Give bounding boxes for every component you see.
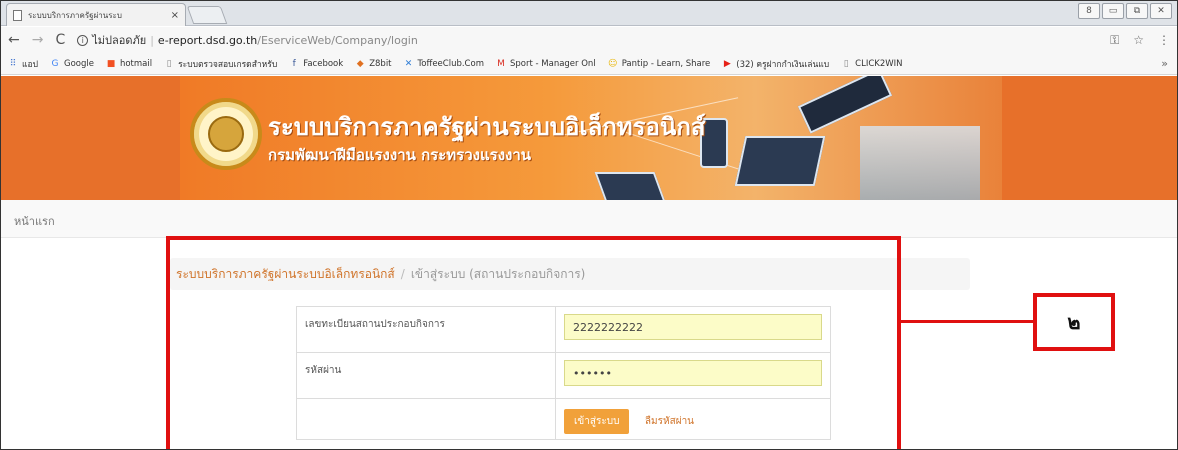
bookmark-label: hotmail	[119, 58, 153, 69]
insecure-label: ไม่ปลอดภัย	[92, 34, 147, 47]
bookmark-item[interactable]: ✕ ToffeeClub.Com	[404, 59, 484, 69]
bookmark-item[interactable]: M Sport - Manager Onl	[496, 59, 596, 69]
key-icon[interactable]: ⚿	[1110, 33, 1119, 48]
bookmark-label: (32) ครูฝากกำเงินเล่นแบ	[736, 59, 830, 70]
tablet-image	[734, 136, 826, 186]
hotmail-icon: ■	[106, 58, 116, 69]
minimize-button[interactable]: ▭	[1102, 3, 1124, 19]
google-icon: G	[51, 58, 59, 69]
annotation-label: ๒	[1033, 293, 1115, 351]
banner-subtitle: กรมพัฒนาฝีมือแรงงาน กระทรวงแรงงาน	[268, 146, 532, 164]
tab-strip: ระบบบริการภาครัฐผ่านระบ × 8 ▭ ⧉ ✕	[0, 0, 1178, 26]
menu-icon[interactable]: ⋮	[1158, 33, 1170, 48]
apps-icon: ⠿	[9, 58, 17, 69]
info-icon[interactable]: i	[77, 34, 89, 46]
annotation-highlight-box	[166, 236, 901, 450]
forward-button[interactable]: →	[32, 32, 44, 48]
browser-toolbar: ← → C i ไม่ปลอดภัย | e-report.dsd.go.th /…	[0, 27, 1178, 53]
bookmark-label: ระบบตรวจสอบเกรดสำหรับ	[178, 59, 278, 70]
back-button[interactable]: ←	[8, 32, 20, 48]
url-host: e-report.dsd.go.th	[157, 33, 258, 47]
gmail-icon: M	[497, 58, 505, 69]
profile-button[interactable]: 8	[1078, 3, 1100, 19]
toffee-icon: ✕	[404, 58, 413, 69]
bookmark-item[interactable]: ▶ (32) ครูฝากกำเงินเล่นแบ	[722, 57, 829, 71]
bookmark-item[interactable]: ◆ Z8bit	[355, 58, 392, 69]
tab-close-button[interactable]: ×	[171, 10, 179, 21]
bookmarks-more-button[interactable]: »	[1161, 57, 1168, 70]
bookmark-item[interactable]: ■ hotmail	[106, 59, 152, 69]
bookmark-item[interactable]: ⠿ แอป	[8, 57, 38, 71]
site-nav: หน้าแรก	[0, 200, 1178, 238]
site-banner: ระบบบริการภาครัฐผ่านระบบอิเล็กทรอนิกส์ ก…	[0, 76, 1178, 200]
workers-photo	[860, 126, 980, 200]
tab-title: ระบบบริการภาครัฐผ่านระบ	[28, 10, 122, 20]
bookmark-label: Z8bit	[369, 58, 392, 69]
close-window-button[interactable]: ✕	[1150, 3, 1172, 19]
page-icon: ▯	[843, 58, 849, 69]
bookmark-item[interactable]: ☺ Pantip - Learn, Share	[607, 58, 711, 69]
url-path: /EserviceWeb/Company/login	[257, 33, 418, 47]
browser-tab[interactable]: ระบบบริการภาครัฐผ่านระบ ×	[6, 3, 186, 26]
bookmark-item[interactable]: ▯ ระบบตรวจสอบเกรดสำหรับ	[164, 57, 278, 71]
reload-button[interactable]: C	[55, 32, 65, 48]
star-icon[interactable]: ☆	[1133, 33, 1144, 48]
youtube-icon: ▶	[723, 58, 731, 69]
bookmark-item[interactable]: f Facebook	[289, 58, 344, 69]
banner-title: ระบบบริการภาครัฐผ่านระบบอิเล็กทรอนิกส์	[268, 112, 706, 141]
bookmark-item[interactable]: G Google	[50, 58, 94, 69]
bookmark-label: Facebook	[303, 58, 344, 69]
bookmark-item[interactable]: ▯ CLICK2WIN	[841, 58, 903, 69]
page-icon	[13, 9, 22, 21]
ministry-seal-logo	[190, 98, 262, 170]
bookmark-label: Google	[63, 58, 94, 69]
bookmarks-bar: ⠿ แอป G Google ■ hotmail ▯ ระบบตรวจสอบเกรดสำหรั…	[0, 53, 1178, 75]
address-separator: |	[150, 33, 154, 47]
page-icon: ▯	[166, 58, 172, 69]
laptop-image	[594, 172, 666, 200]
bookmark-label: Sport - Manager Onl	[509, 58, 596, 69]
zbbit-icon: ◆	[356, 58, 364, 69]
facebook-icon: f	[292, 58, 296, 69]
new-tab-button[interactable]	[186, 6, 228, 24]
address-bar[interactable]: i ไม่ปลอดภัย | e-report.dsd.go.th/Eservi…	[77, 30, 1110, 50]
window-controls: 8 ▭ ⧉ ✕	[1078, 3, 1172, 19]
bookmark-label: CLICK2WIN	[855, 58, 903, 69]
maximize-button[interactable]: ⧉	[1126, 3, 1148, 19]
annotation-connector-line	[901, 320, 1033, 323]
bookmark-label: ToffeeClub.Com	[417, 58, 484, 69]
nav-home-link[interactable]: หน้าแรก	[14, 212, 55, 230]
bookmark-label: Pantip - Learn, Share	[621, 58, 711, 69]
bookmark-label: แอป	[22, 59, 38, 70]
pantip-icon: ☺	[607, 58, 618, 69]
